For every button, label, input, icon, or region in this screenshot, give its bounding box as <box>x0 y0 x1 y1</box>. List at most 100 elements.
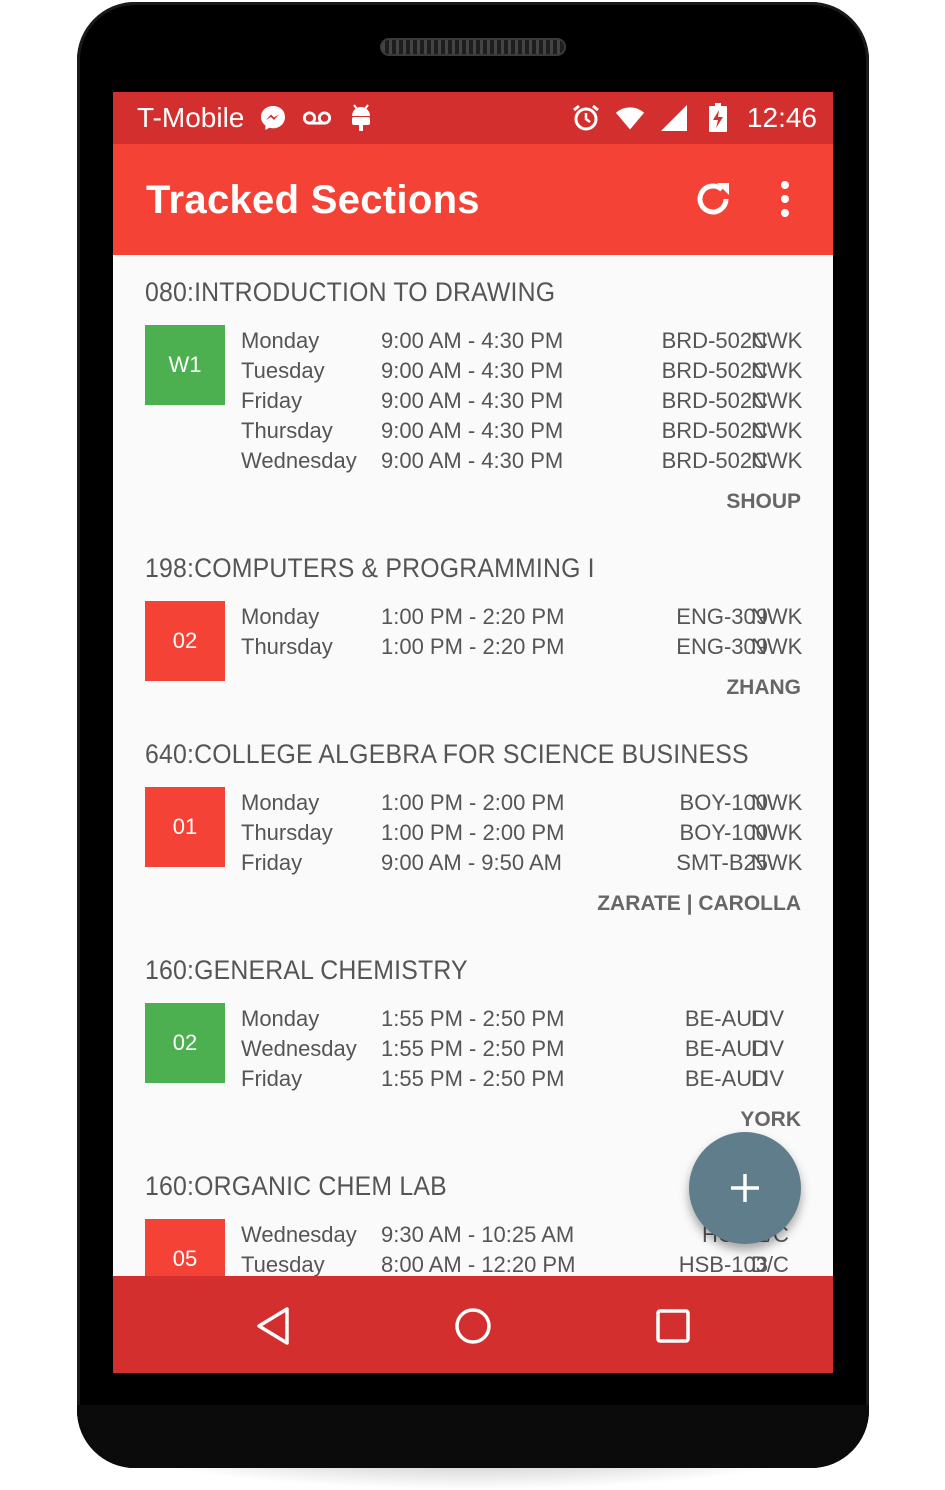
messenger-icon <box>258 103 288 133</box>
meeting-day: Friday <box>241 388 303 413</box>
course-card[interactable]: 198:COMPUTERS & PROGRAMMING I 02 Monday … <box>113 531 833 711</box>
meeting-day: Monday <box>241 604 320 629</box>
meeting-row: Monday 1:55 PM - 2:50 PM BE-AUD LIV <box>113 1006 833 1036</box>
back-button[interactable] <box>251 1304 295 1348</box>
meeting-time: 9:00 AM - 4:30 PM <box>381 388 564 413</box>
meeting-row: Friday 1:55 PM - 2:50 PM BE-AUD LIV <box>113 1066 833 1096</box>
meeting-campus: NWK <box>751 388 803 413</box>
meeting-time: 9:00 AM - 9:50 AM <box>381 850 562 875</box>
add-section-fab[interactable] <box>689 1132 801 1244</box>
meeting-campus: NWK <box>751 328 803 353</box>
meeting-campus: NWK <box>751 448 803 473</box>
meeting-row: Monday 1:00 PM - 2:00 PM BOY-100 NWK <box>113 790 833 820</box>
course-title: 160:GENERAL CHEMISTRY <box>145 955 468 985</box>
instructor-names: ZHANG <box>726 676 801 699</box>
course-title: 080:INTRODUCTION TO DRAWING <box>145 277 556 307</box>
voicemail-icon <box>302 103 332 133</box>
meeting-time: 1:55 PM - 2:50 PM <box>381 1036 565 1061</box>
add-icon <box>731 1174 759 1202</box>
wifi-icon <box>615 103 645 133</box>
meeting-time: 1:00 PM - 2:20 PM <box>381 634 565 659</box>
refresh-icon <box>697 183 729 215</box>
tracked-sections-list: 080:INTRODUCTION TO DRAWING W1 Monday 9:… <box>113 255 833 1276</box>
meeting-time: 1:00 PM - 2:00 PM <box>381 790 565 815</box>
meeting-day: Monday <box>241 790 320 815</box>
home-icon <box>455 1308 491 1344</box>
meeting-day: Thursday <box>241 820 333 845</box>
back-icon <box>257 1307 289 1345</box>
meeting-row: Monday 1:00 PM - 2:20 PM ENG-309 NWK <box>113 604 833 634</box>
meeting-day: Wednesday <box>241 1222 357 1247</box>
meeting-time: 1:00 PM - 2:20 PM <box>381 604 565 629</box>
meeting-time: 1:00 PM - 2:00 PM <box>381 820 565 845</box>
instructor-names: ZARATE | CAROLLA <box>597 892 801 915</box>
carrier-label: T-Mobile <box>137 102 245 133</box>
meeting-time: 1:55 PM - 2:50 PM <box>381 1006 565 1031</box>
course-card[interactable]: 160:GENERAL CHEMISTRY 02 Monday 1:55 PM … <box>113 933 833 1143</box>
system-nav-bar <box>113 1276 833 1373</box>
meeting-time: 9:00 AM - 4:30 PM <box>381 418 564 443</box>
meeting-campus: NWK <box>751 820 803 845</box>
course-card[interactable]: 640:COLLEGE ALGEBRA FOR SCIENCE BUSINESS… <box>113 717 833 927</box>
meeting-day: Thursday <box>241 634 333 659</box>
course-title: 198:COMPUTERS & PROGRAMMING I <box>145 553 595 583</box>
meeting-row: Wednesday 9:00 AM - 4:30 PM BRD-502C NWK <box>113 448 833 478</box>
recents-button[interactable] <box>651 1304 695 1348</box>
home-button[interactable] <box>451 1304 495 1348</box>
clock-time: 12:46 <box>746 102 817 133</box>
phone-speaker <box>380 38 566 56</box>
meeting-time: 9:00 AM - 4:30 PM <box>381 448 564 473</box>
meeting-campus: NWK <box>751 790 803 815</box>
phone-chin <box>77 1405 869 1468</box>
meeting-day: Monday <box>241 1006 320 1031</box>
meeting-time: 8:00 AM - 12:20 PM <box>381 1252 576 1276</box>
meeting-campus: LIV <box>751 1036 785 1061</box>
meeting-campus: LIV <box>751 1006 785 1031</box>
meeting-campus: D/C <box>751 1252 789 1276</box>
course-card[interactable]: 080:INTRODUCTION TO DRAWING W1 Monday 9:… <box>113 255 833 525</box>
course-title: 160:ORGANIC CHEM LAB <box>145 1171 447 1201</box>
instructor-names: YORK <box>740 1108 801 1131</box>
meeting-time: 1:55 PM - 2:50 PM <box>381 1066 565 1091</box>
meeting-campus: NWK <box>751 634 803 659</box>
meeting-day: Wednesday <box>241 1036 357 1061</box>
meeting-time: 9:00 AM - 4:30 PM <box>381 358 564 383</box>
overflow-menu-button[interactable] <box>760 174 810 224</box>
meeting-campus: NWK <box>751 418 803 443</box>
refresh-button[interactable] <box>688 174 738 224</box>
meeting-row: Monday 9:00 AM - 4:30 PM BRD-502C NWK <box>113 328 833 358</box>
meeting-time: 9:30 AM - 10:25 AM <box>381 1222 575 1247</box>
meeting-day: Wednesday <box>241 448 357 473</box>
meeting-row: Tuesday 9:00 AM - 4:30 PM BRD-502C NWK <box>113 358 833 388</box>
more-vert-icon <box>781 181 789 217</box>
meeting-campus: NWK <box>751 604 803 629</box>
meeting-row: Friday 9:00 AM - 4:30 PM BRD-502C NWK <box>113 388 833 418</box>
meeting-row: Tuesday 8:00 AM - 12:20 PM HSB-103 D/C <box>113 1252 833 1276</box>
course-title: 640:COLLEGE ALGEBRA FOR SCIENCE BUSINESS <box>145 739 749 769</box>
meeting-row: Thursday 1:00 PM - 2:20 PM ENG-309 NWK <box>113 634 833 664</box>
meeting-day: Monday <box>241 328 320 353</box>
meeting-time: 9:00 AM - 4:30 PM <box>381 328 564 353</box>
meeting-row: Wednesday 1:55 PM - 2:50 PM BE-AUD LIV <box>113 1036 833 1066</box>
meeting-campus: NWK <box>751 358 803 383</box>
meeting-row: Thursday 1:00 PM - 2:00 PM BOY-100 NWK <box>113 820 833 850</box>
meeting-row: Friday 9:00 AM - 9:50 AM SMT-B25 NWK <box>113 850 833 880</box>
battery-charging-icon <box>703 103 733 133</box>
signal-icon <box>659 103 689 133</box>
instructor-names: SHOUP <box>726 490 801 513</box>
meeting-row: Thursday 9:00 AM - 4:30 PM BRD-502C NWK <box>113 418 833 448</box>
recents-icon <box>656 1309 690 1343</box>
meeting-day: Tuesday <box>241 1252 325 1276</box>
meeting-day: Tuesday <box>241 358 325 383</box>
status-bar: T-Mobile 12:46 <box>113 92 833 144</box>
android-debug-icon <box>346 103 376 133</box>
meeting-day: Friday <box>241 1066 303 1091</box>
meeting-campus: NWK <box>751 850 803 875</box>
alarm-icon <box>571 103 601 133</box>
meeting-campus: LIV <box>751 1066 785 1091</box>
meeting-day: Friday <box>241 850 303 875</box>
app-toolbar: Tracked Sections <box>113 144 833 255</box>
screen: T-Mobile 12:46 Tracked Sections 080:INTR… <box>113 92 833 1373</box>
meeting-day: Thursday <box>241 418 333 443</box>
page-title: Tracked Sections <box>146 178 480 222</box>
